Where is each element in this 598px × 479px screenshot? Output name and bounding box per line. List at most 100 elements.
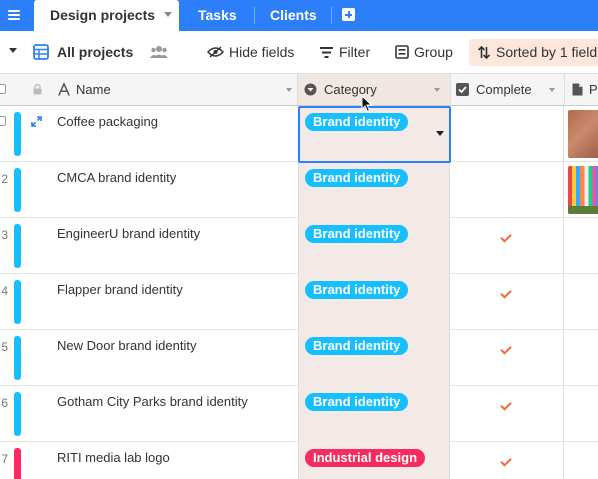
chevron-down-icon[interactable] <box>549 88 555 92</box>
complete-cell[interactable] <box>450 162 564 218</box>
sort-icon <box>478 46 490 59</box>
category-tag: Industrial design <box>305 449 426 467</box>
category-cell[interactable]: Brand identity <box>298 218 450 274</box>
record-name[interactable]: Flapper brand identity <box>57 274 183 306</box>
checkbox-field-icon <box>456 83 469 96</box>
record-name[interactable]: New Door brand identity <box>57 330 196 362</box>
checkmark-icon <box>500 231 512 243</box>
category-tag: Brand identity <box>305 113 409 131</box>
tab-label: Design projects <box>50 7 156 23</box>
add-table-icon[interactable] <box>342 8 355 21</box>
column-header-name[interactable]: Name <box>56 74 296 105</box>
expand-record-icon[interactable] <box>31 116 42 127</box>
tab-clients[interactable]: Clients <box>270 0 317 31</box>
photo-cell[interactable] <box>564 330 598 386</box>
column-header-complete[interactable]: Complete <box>451 74 564 105</box>
photo-cell[interactable] <box>564 106 598 162</box>
row-color-bar <box>14 112 21 156</box>
category-tag: Brand identity <box>305 337 409 355</box>
table-row[interactable]: 2 CMCA brand identity Brand identity <box>0 162 598 218</box>
complete-cell[interactable] <box>450 218 564 274</box>
collaborators-icon[interactable] <box>150 45 168 59</box>
row-color-bar <box>14 336 21 380</box>
category-tag: Brand identity <box>305 225 409 243</box>
sort-label: Sorted by 1 field <box>496 44 598 60</box>
row-number: 2 <box>1 172 8 186</box>
record-name[interactable]: RITI media lab logo <box>57 442 170 474</box>
complete-cell[interactable] <box>450 274 564 330</box>
hide-fields-button[interactable]: Hide fields <box>229 31 294 74</box>
photo-cell[interactable] <box>564 274 598 330</box>
column-label: Complete <box>476 82 532 97</box>
view-name[interactable]: All projects <box>57 31 133 74</box>
group-icon <box>395 45 409 59</box>
table-row[interactable]: Coffee packaging Brand identity <box>0 106 598 162</box>
tab-divider <box>254 7 255 24</box>
photo-cell[interactable] <box>564 442 598 479</box>
table-row[interactable]: 6 Gotham City Parks brand identity Brand i… <box>0 386 598 442</box>
grid-view-icon <box>33 44 49 60</box>
row-color-bar <box>14 280 21 324</box>
row-checkbox[interactable] <box>0 116 6 126</box>
view-toolbar: All projects Hide fields Filter Group So… <box>0 31 598 74</box>
tab-design-projects[interactable]: Design projects <box>34 0 179 31</box>
column-header-photo[interactable]: P <box>565 74 598 105</box>
tab-tasks[interactable]: Tasks <box>198 0 237 31</box>
row-color-bar <box>14 224 21 268</box>
table-row[interactable]: 7 RITI media lab logo Industrial design <box>0 442 598 479</box>
table-row[interactable]: 4 Flapper brand identity Brand identity <box>0 274 598 330</box>
category-cell[interactable]: Brand identity <box>298 274 450 330</box>
row-color-bar <box>14 392 21 436</box>
row-number: 4 <box>1 284 8 298</box>
complete-cell[interactable] <box>450 386 564 442</box>
single-select-icon <box>304 83 317 96</box>
category-cell[interactable]: Brand identity <box>298 106 450 162</box>
record-name[interactable]: Gotham City Parks brand identity <box>57 386 248 418</box>
table-row[interactable]: 5 New Door brand identity Brand identity <box>0 330 598 386</box>
menu-icon[interactable] <box>0 0 28 31</box>
record-name[interactable]: Coffee packaging <box>57 106 158 138</box>
select-all-checkbox[interactable] <box>0 84 6 94</box>
photo-thumbnail[interactable] <box>568 166 598 214</box>
row-color-bar <box>14 448 21 479</box>
row-color-bar <box>14 168 21 212</box>
photo-cell[interactable] <box>564 218 598 274</box>
text-field-icon <box>58 83 70 96</box>
row-number: 6 <box>1 396 8 410</box>
base-tab-bar: Design projects Tasks Clients <box>0 0 598 31</box>
chevron-down-icon[interactable] <box>286 88 292 92</box>
record-name[interactable]: CMCA brand identity <box>57 162 176 194</box>
mouse-cursor-icon <box>361 95 373 113</box>
row-number: 3 <box>1 228 8 242</box>
checkmark-icon <box>500 455 512 467</box>
record-name[interactable]: EngineerU brand identity <box>57 218 200 250</box>
photo-thumbnail[interactable] <box>568 110 598 158</box>
checkmark-icon <box>500 287 512 299</box>
table-row[interactable]: 3 EngineerU brand identity Brand identity <box>0 218 598 274</box>
column-label: P <box>589 82 598 97</box>
tab-divider <box>331 7 332 24</box>
hide-fields-icon <box>207 46 224 58</box>
complete-cell[interactable] <box>450 106 564 162</box>
category-cell[interactable]: Brand identity <box>298 162 450 218</box>
complete-cell[interactable] <box>450 442 564 479</box>
category-cell[interactable]: Brand identity <box>298 386 450 442</box>
tab-label: Tasks <box>198 7 237 23</box>
category-cell[interactable]: Industrial design <box>298 442 450 479</box>
photo-cell[interactable] <box>564 162 598 218</box>
column-header-row: Name Category Complete P <box>0 74 598 106</box>
category-tag: Brand identity <box>305 169 409 187</box>
complete-cell[interactable] <box>450 330 564 386</box>
column-header-category[interactable]: Category <box>298 74 450 105</box>
chevron-down-icon[interactable] <box>164 12 172 17</box>
photo-cell[interactable] <box>564 386 598 442</box>
checkmark-icon <box>500 399 512 411</box>
group-button[interactable]: Group <box>414 31 453 74</box>
tab-label: Clients <box>270 7 317 23</box>
filter-button[interactable]: Filter <box>339 31 370 74</box>
category-cell[interactable]: Brand identity <box>298 330 450 386</box>
records-grid: Coffee packaging Brand identity 2 CMCA bran… <box>0 106 598 479</box>
sort-button[interactable]: Sorted by 1 field <box>469 39 598 66</box>
sidebar-toggle-icon[interactable] <box>9 48 17 53</box>
chevron-down-icon[interactable] <box>434 88 440 92</box>
